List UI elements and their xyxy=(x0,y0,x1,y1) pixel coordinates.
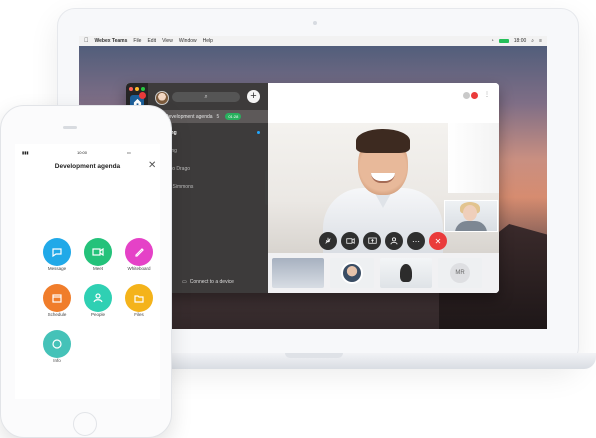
pencil-icon xyxy=(125,238,153,266)
sidebar-item-meta: 5 xyxy=(216,113,220,120)
apple-icon[interactable]:  xyxy=(84,38,89,44)
tile-message[interactable]: Message xyxy=(37,238,77,271)
webex-window: ⌕ + Development agenda 5 01:28 Sourcing … xyxy=(126,83,499,293)
battery-icon[interactable] xyxy=(498,39,509,43)
menu-view[interactable]: View xyxy=(162,38,173,44)
call-panel: ⋮ ⋯ ✕ MR xyxy=(268,83,499,293)
close-window-button[interactable] xyxy=(129,87,133,91)
menu-edit[interactable]: Edit xyxy=(147,38,156,44)
tile-files[interactable]: Files xyxy=(119,284,159,317)
speaker-hair xyxy=(356,129,410,153)
search-icon: ⌕ xyxy=(204,93,208,100)
initials-badge: MR xyxy=(450,263,470,283)
wifi-icon[interactable]: ◔ xyxy=(491,38,494,44)
tile-label: Meet xyxy=(92,266,103,271)
tile-schedule[interactable]: Schedule xyxy=(37,284,77,317)
phone-home-button[interactable] xyxy=(73,412,97,436)
battery-icon: ▭ xyxy=(127,150,131,155)
folder-icon xyxy=(125,284,153,312)
close-icon[interactable]: ✕ xyxy=(148,160,156,171)
phone-frame: ▮▮▮ 10:00 ▭ Development agenda ✕ Message… xyxy=(0,105,172,438)
tile-label: Whiteboard xyxy=(127,266,151,271)
screen-icon: ▭ xyxy=(182,279,187,285)
search-input[interactable]: ⌕ xyxy=(172,92,240,102)
menu-file[interactable]: File xyxy=(133,38,141,44)
tile-label: Info xyxy=(53,358,61,363)
more-options-icon[interactable]: ⋯ xyxy=(407,232,425,250)
phone-speaker xyxy=(63,126,77,129)
window-controls xyxy=(126,83,148,91)
notification-badge xyxy=(139,92,146,99)
phone-time: 10:00 xyxy=(77,150,88,155)
laptop-notch xyxy=(285,353,343,358)
participant-thumb-meeting-room[interactable] xyxy=(272,258,324,288)
menu-app[interactable]: Webex Teams xyxy=(95,38,128,44)
main-video: ⋯ ✕ xyxy=(268,123,499,253)
participant-thumb-woman[interactable] xyxy=(380,258,432,288)
window-light xyxy=(448,123,499,193)
meeting-timer: 01:28 xyxy=(225,113,242,120)
calendar-icon xyxy=(43,284,71,312)
tile-people[interactable]: People xyxy=(78,284,118,317)
participant-thumb-avatar[interactable] xyxy=(330,258,374,288)
end-call-icon[interactable]: ✕ xyxy=(429,232,447,250)
phone-statusbar: ▮▮▮ 10:00 ▭ xyxy=(15,150,160,158)
tile-label: Files xyxy=(134,312,144,317)
phone-screen: ▮▮▮ 10:00 ▭ Development agenda ✕ Message… xyxy=(15,144,160,399)
self-body xyxy=(455,221,487,231)
camera-dot xyxy=(313,21,317,25)
people-icon xyxy=(84,284,112,312)
minimize-window-button[interactable] xyxy=(135,87,139,91)
add-space-button[interactable]: + xyxy=(247,90,260,103)
clock[interactable]: 18:00 xyxy=(514,38,527,44)
menu-help[interactable]: Help xyxy=(203,38,213,44)
message-icon xyxy=(43,238,71,266)
tile-label: Schedule xyxy=(47,312,67,317)
share-icon[interactable] xyxy=(363,232,381,250)
menu-extra-icon[interactable]: ≡ xyxy=(539,38,542,44)
tile-whiteboard[interactable]: Whiteboard xyxy=(119,238,159,271)
meet-icon xyxy=(84,238,112,266)
maximize-window-button[interactable] xyxy=(141,87,145,91)
menu-window[interactable]: Window xyxy=(179,38,197,44)
tile-meet[interactable]: Meet xyxy=(78,238,118,271)
unread-indicator xyxy=(257,131,260,134)
more-icon[interactable]: ⋮ xyxy=(484,91,490,98)
search-icon[interactable]: ⌕ xyxy=(531,38,534,44)
mac-menubar:  Webex Teams File Edit View Window Help… xyxy=(79,36,547,46)
tile-label: Message xyxy=(47,266,67,271)
self-view[interactable] xyxy=(444,200,498,232)
self-face xyxy=(463,205,477,221)
tile-label: People xyxy=(90,312,105,317)
participant-strip: MR xyxy=(268,253,499,293)
info-icon xyxy=(43,330,71,358)
tile-info[interactable]: Info xyxy=(37,330,77,363)
mute-icon[interactable] xyxy=(319,232,337,250)
connect-label: Connect to a device xyxy=(189,279,234,285)
participant-thumb-initials[interactable]: MR xyxy=(438,258,482,288)
signal-icon: ▮▮▮ xyxy=(22,150,29,155)
sidebar-item-label: Development agenda xyxy=(165,113,213,120)
user-avatar[interactable] xyxy=(155,91,169,105)
space-title: Development agenda xyxy=(54,163,121,170)
call-controls: ⋯ ✕ xyxy=(319,232,447,250)
call-header: ⋮ xyxy=(268,83,499,123)
people-icon[interactable] xyxy=(385,232,403,250)
participants-stack[interactable] xyxy=(463,92,478,99)
video-icon[interactable] xyxy=(341,232,359,250)
